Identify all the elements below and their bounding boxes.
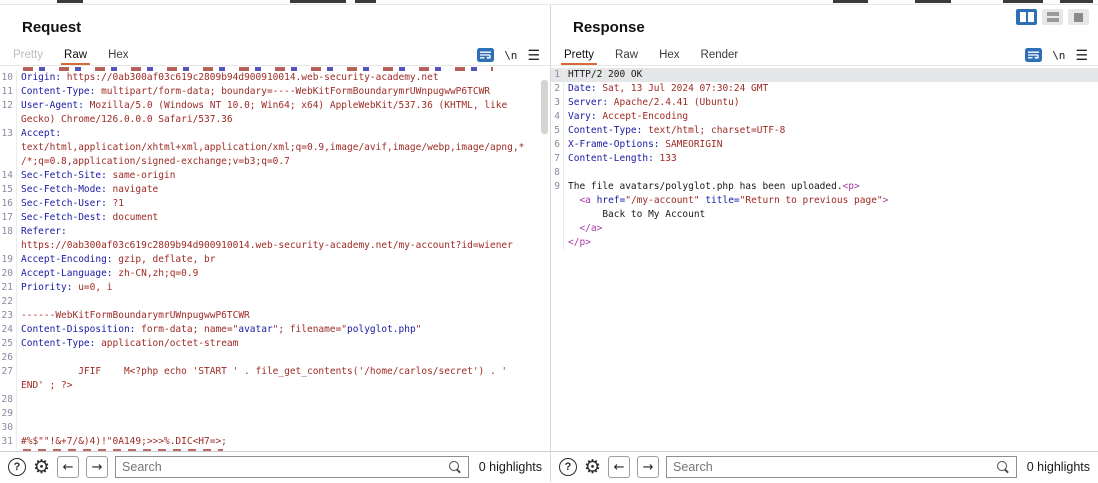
- word-wrap-icon[interactable]: [477, 48, 494, 62]
- newline-toggle[interactable]: \n: [504, 49, 517, 62]
- code-line: 10Origin: https://0ab300af03c619c2809b94…: [0, 71, 550, 85]
- clipped-line-bottom: [23, 449, 223, 451]
- request-title: Request: [22, 19, 550, 36]
- editor-menu-icon[interactable]: ☰: [527, 48, 540, 62]
- tab-pretty[interactable]: Pretty: [10, 49, 46, 65]
- code-line: 9The file avatars/polyglot.php has been …: [551, 180, 1098, 194]
- help-icon[interactable]: ?: [559, 458, 577, 476]
- code-line: 4Vary: Accept-Encoding: [551, 110, 1098, 124]
- gear-icon[interactable]: ⚙: [33, 458, 50, 477]
- code-line: Back to My Account: [551, 208, 1098, 222]
- tab-raw[interactable]: Raw: [612, 49, 641, 65]
- code-line: 20Accept-Language: zh-CN,zh;q=0.9: [0, 267, 550, 281]
- code-line: 29: [0, 407, 550, 421]
- request-header: Request: [0, 5, 550, 45]
- layout-rows-button[interactable]: [1042, 9, 1063, 25]
- code-line: 31#%$""!&+7/&)4)!"0A149;>>>%.DIC<H7=>;: [0, 435, 550, 449]
- code-line: 3Server: Apache/2.4.41 (Ubuntu): [551, 96, 1098, 110]
- code-line: 8: [551, 166, 1098, 180]
- response-editor[interactable]: 1HTTP/2 200 OK2Date: Sat, 13 Jul 2024 07…: [551, 65, 1098, 451]
- word-wrap-icon[interactable]: [1025, 48, 1042, 62]
- newline-toggle[interactable]: \n: [1052, 49, 1065, 62]
- code-line: 23------WebKitFormBoundarymrUWnpugwwP6TC…: [0, 309, 550, 323]
- prev-match-button[interactable]: ←: [57, 456, 79, 478]
- code-line: 15Sec-Fetch-Mode: navigate: [0, 183, 550, 197]
- code-line: 16Sec-Fetch-User: ?1: [0, 197, 550, 211]
- next-match-button[interactable]: →: [637, 456, 659, 478]
- code-line: /*;q=0.8,application/signed-exchange;v=b…: [0, 155, 550, 169]
- code-line: 26: [0, 351, 550, 365]
- search-icon: [448, 460, 462, 474]
- layout-single-button[interactable]: [1068, 9, 1089, 25]
- code-line: 12User-Agent: Mozilla/5.0 (Windows NT 10…: [0, 99, 550, 113]
- code-line: 13Accept:: [0, 127, 550, 141]
- request-tab-bar: Pretty Raw Hex \n ☰: [0, 45, 550, 65]
- prev-match-button[interactable]: ←: [608, 456, 630, 478]
- code-line: 14Sec-Fetch-Site: same-origin: [0, 169, 550, 183]
- code-line: 17Sec-Fetch-Dest: document: [0, 211, 550, 225]
- response-search-bar: ? ⚙ ← → 0 highlights: [551, 451, 1098, 482]
- highlights-count: 0 highlights: [476, 460, 542, 474]
- search-input[interactable]: [122, 460, 448, 474]
- code-line: 11Content-Type: multipart/form-data; bou…: [0, 85, 550, 99]
- request-editor[interactable]: 10Origin: https://0ab300af03c619c2809b94…: [0, 65, 550, 451]
- code-line: 2Date: Sat, 13 Jul 2024 07:30:24 GMT: [551, 82, 1098, 96]
- code-line: 7Content-Length: 133: [551, 152, 1098, 166]
- code-line: </a>: [551, 222, 1098, 236]
- next-match-button[interactable]: →: [86, 456, 108, 478]
- code-line: 24Content-Disposition: form-data; name="…: [0, 323, 550, 337]
- tab-hex[interactable]: Hex: [656, 49, 682, 65]
- code-line: 28: [0, 393, 550, 407]
- code-line: <a href="/my-account" title="Return to p…: [551, 194, 1098, 208]
- request-panel: Request PrettyRawHex \n ☰ 10Origin: htt: [0, 5, 550, 482]
- code-line: 25Content-Type: application/octet-stream: [0, 337, 550, 351]
- help-icon[interactable]: ?: [8, 458, 26, 476]
- code-line: text/html,application/xhtml+xml,applicat…: [0, 141, 550, 155]
- code-line: END' ; ?>: [0, 379, 550, 393]
- search-icon: [996, 460, 1010, 474]
- code-line: 22: [0, 295, 550, 309]
- code-line: </p>: [551, 236, 1098, 250]
- code-line: 1HTTP/2 200 OK: [551, 68, 1098, 82]
- code-line: 30: [0, 421, 550, 435]
- code-line: 27 JFIF M<?php echo 'START ' . file_get_…: [0, 365, 550, 379]
- code-line: https://0ab300af03c619c2809b94d900910014…: [0, 239, 550, 253]
- search-input[interactable]: [673, 460, 996, 474]
- request-search-bar: ? ⚙ ← → 0 highlights: [0, 451, 550, 482]
- request-scrollbar[interactable]: [541, 80, 548, 134]
- editor-layout-buttons: [1016, 9, 1089, 25]
- highlights-count: 0 highlights: [1024, 460, 1090, 474]
- response-tab-bar: Pretty Raw Hex Render \n ☰: [551, 45, 1098, 65]
- tab-hex[interactable]: Hex: [105, 49, 131, 65]
- code-line: Gecko) Chrome/126.0.0.0 Safari/537.36: [0, 113, 550, 127]
- gear-icon[interactable]: ⚙: [584, 458, 601, 477]
- code-line: 18Referer:: [0, 225, 550, 239]
- code-line: 5Content-Type: text/html; charset=UTF-8: [551, 124, 1098, 138]
- editor-menu-icon[interactable]: ☰: [1075, 48, 1088, 62]
- tab-raw[interactable]: Raw: [61, 49, 90, 65]
- code-line: 6X-Frame-Options: SAMEORIGIN: [551, 138, 1098, 152]
- tab-render[interactable]: Render: [698, 49, 742, 65]
- layout-columns-button[interactable]: [1016, 9, 1037, 25]
- tab-pretty[interactable]: Pretty: [561, 49, 597, 65]
- response-panel: Response PrettyRawHexRender \n ☰ 1HTTP/2…: [550, 5, 1098, 482]
- clipped-line-top: [23, 67, 493, 71]
- code-line: 19Accept-Encoding: gzip, deflate, br: [0, 253, 550, 267]
- code-line: 21Priority: u=0, i: [0, 281, 550, 295]
